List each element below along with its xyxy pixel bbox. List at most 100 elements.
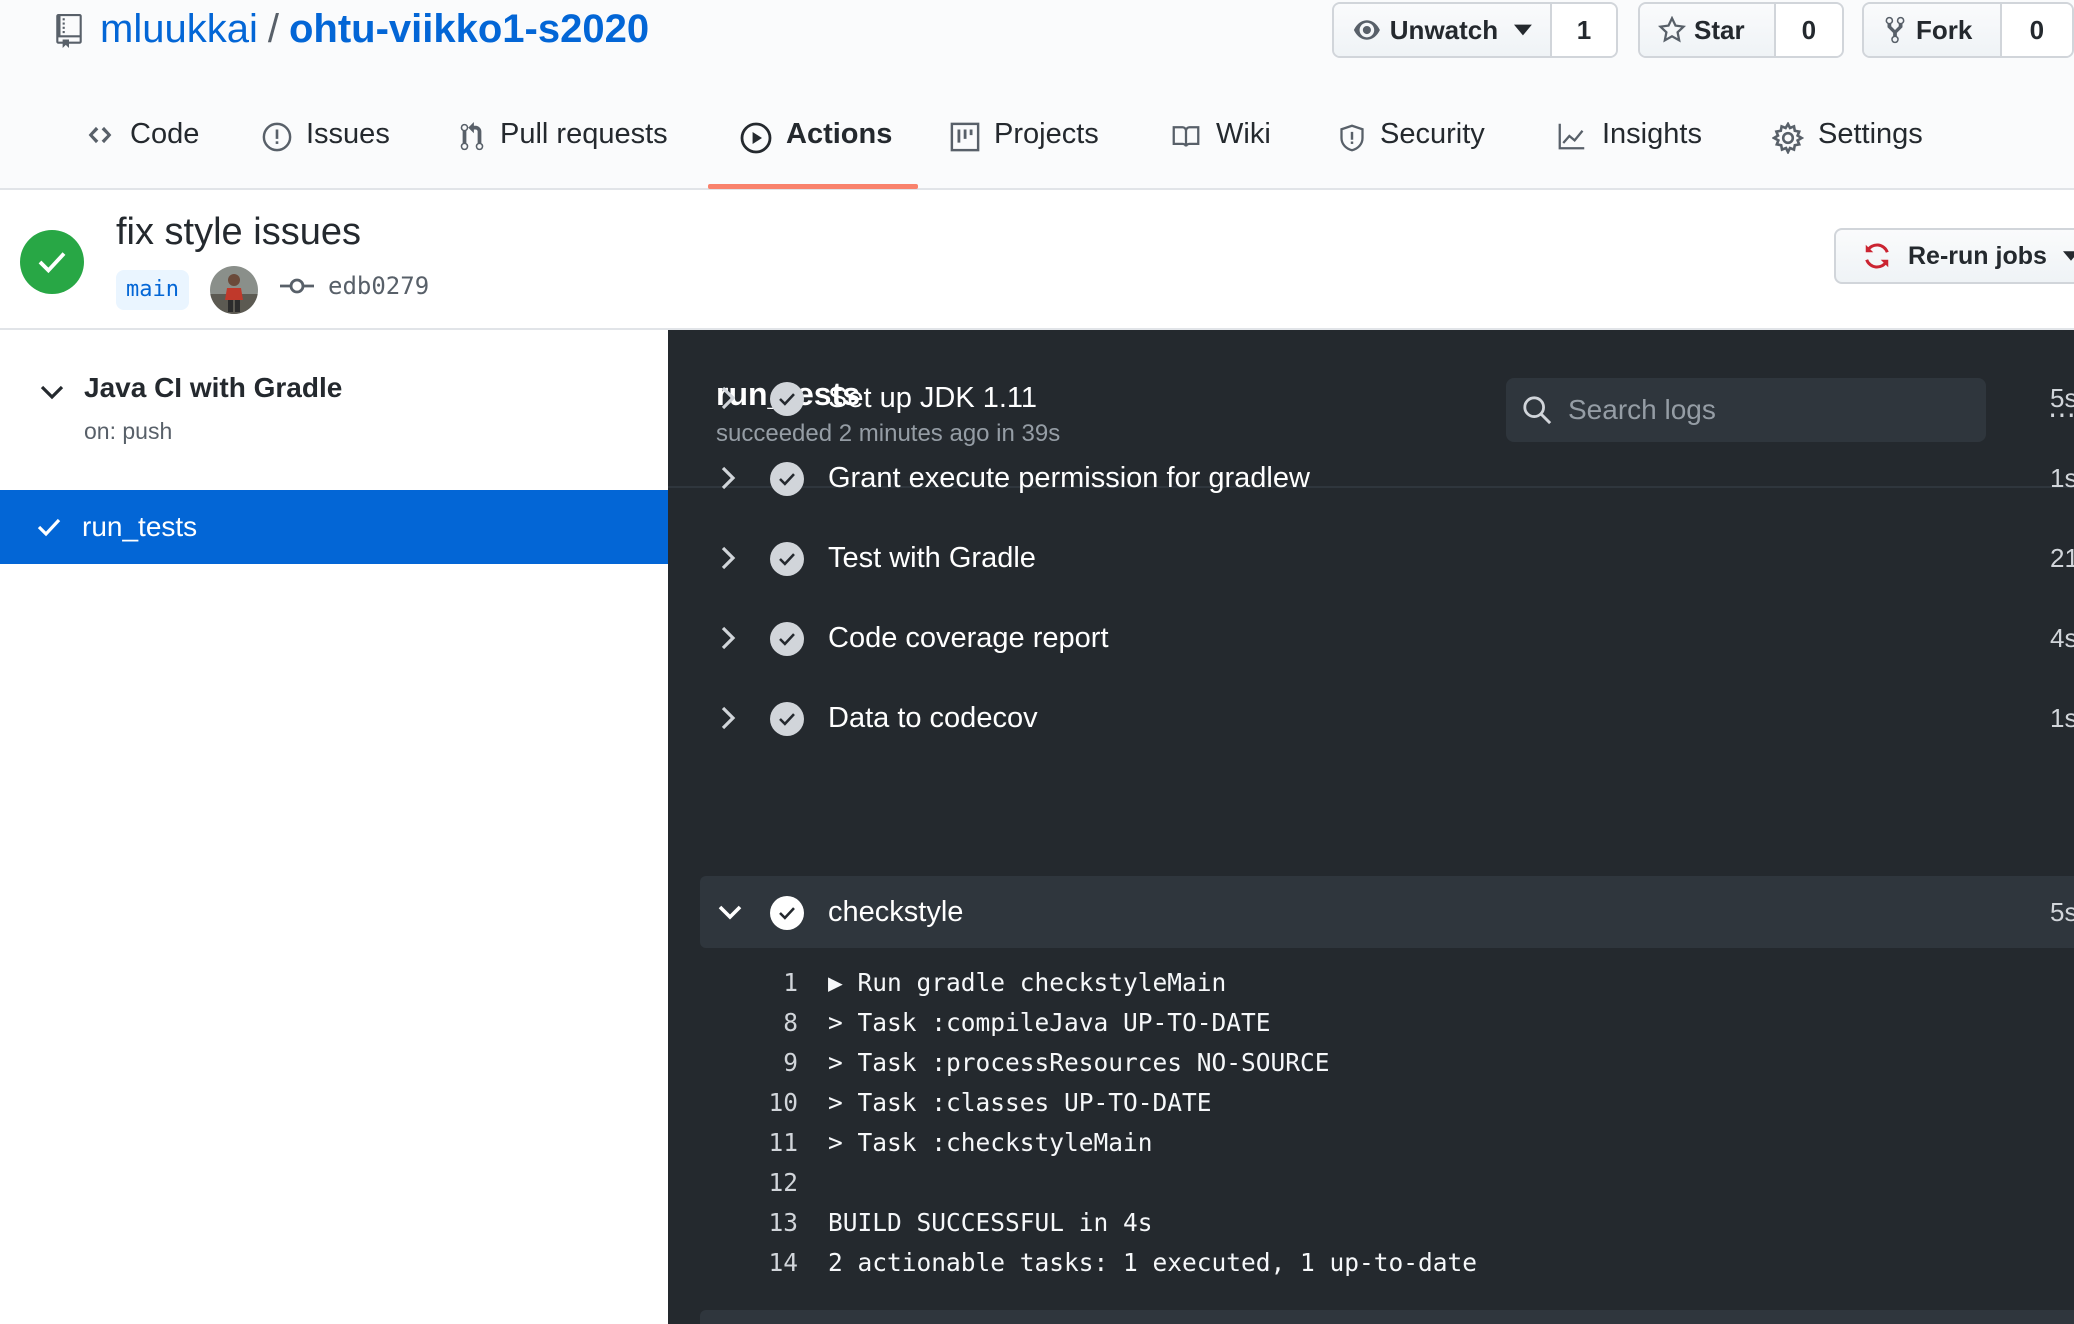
pull-request-icon <box>460 122 484 151</box>
run-status-success <box>20 230 84 294</box>
step-test-with-gradle[interactable]: Test with Gradle 21s <box>700 522 2074 594</box>
line-text: ▶ Run gradle checkstyleMain <box>828 968 1227 997</box>
line-number: 12 <box>768 1168 798 1197</box>
active-tab-underline <box>708 184 918 189</box>
tab-wiki[interactable]: Wiki <box>1170 106 1271 190</box>
project-icon <box>950 122 980 152</box>
line-text: > Task :compileJava UP-TO-DATE <box>828 1008 1271 1037</box>
commit-icon <box>280 278 314 294</box>
tab-issues-label: Issues <box>306 118 390 150</box>
check-icon <box>37 518 61 537</box>
chevron-right-icon <box>721 386 736 410</box>
chevron-down-icon[interactable] <box>40 384 64 400</box>
line-text: BUILD SUCCESSFUL in 4s <box>828 1208 1153 1237</box>
star-icon <box>1658 16 1686 43</box>
repo-name-link[interactable]: ohtu-viikko1-s2020 <box>289 7 649 51</box>
sidebar-job-label: run_tests <box>82 511 198 542</box>
gear-icon <box>1772 122 1804 154</box>
step-checkstyle[interactable]: checkstyle 5s <box>700 876 2074 948</box>
log-line: 13 BUILD SUCCESSFUL in 4s <box>668 1208 2074 1248</box>
tab-settings-label: Settings <box>1818 118 1923 150</box>
step-name: Grant execute permission for gradlew <box>828 461 1310 494</box>
book-icon <box>1172 126 1200 147</box>
avatar[interactable] <box>210 266 258 314</box>
watchers-count[interactable]: 1 <box>1550 4 1616 56</box>
step-success-icon <box>770 462 804 496</box>
step-success-icon <box>770 542 804 576</box>
tab-pull-requests[interactable]: Pull requests <box>458 106 668 190</box>
step-success-icon <box>770 622 804 656</box>
tab-settings[interactable]: Settings <box>1772 106 1923 190</box>
step-grant-permission[interactable]: Grant execute permission for gradlew 1s <box>700 442 2074 514</box>
unwatch-label: Unwatch <box>1389 14 1499 45</box>
tab-security[interactable]: Security <box>1338 106 1485 190</box>
graph-icon <box>1558 123 1585 150</box>
tab-projects[interactable]: Projects <box>950 106 1099 190</box>
step-duration: 21s <box>2050 542 2074 573</box>
step-name: Data to codecov <box>828 701 1038 734</box>
repo-icon <box>56 14 82 48</box>
step-setup-jdk[interactable]: Set up JDK 1.11 5s <box>700 362 2074 434</box>
line-text: 2 actionable tasks: 1 executed, 1 up-to-… <box>828 1248 1478 1277</box>
tab-issues[interactable]: Issues <box>262 106 390 190</box>
tab-insights[interactable]: Insights <box>1556 106 1702 190</box>
repo-owner-link[interactable]: mluukkai <box>100 7 258 51</box>
tab-actions-label: Actions <box>786 118 893 150</box>
step-duration: 1s <box>2050 702 2074 733</box>
fork-icon <box>1885 16 1905 44</box>
forks-count[interactable]: 0 <box>1999 4 2072 56</box>
play-icon <box>740 122 772 154</box>
chevron-right-icon <box>721 626 736 650</box>
tab-actions[interactable]: Actions <box>740 106 892 190</box>
tab-insights-label: Insights <box>1602 118 1702 150</box>
code-icon <box>88 126 112 144</box>
tab-projects-label: Projects <box>994 118 1099 150</box>
fork-button-group: Fork 0 <box>1862 2 2074 58</box>
line-number: 1 <box>783 968 798 997</box>
line-number: 8 <box>783 1008 798 1037</box>
rerun-jobs-label: Re-run jobs <box>1908 241 2047 270</box>
issue-icon <box>262 122 292 152</box>
sync-icon <box>1865 243 1889 269</box>
step-name: Test with Gradle <box>828 541 1036 574</box>
step-data-to-codecov[interactable]: Data to codecov 1s <box>700 682 2074 754</box>
unwatch-button[interactable]: Unwatch <box>1334 4 1550 56</box>
step-name: Set up JDK 1.11 <box>828 381 1038 414</box>
line-text: > Task :processResources NO-SOURCE <box>828 1048 1330 1077</box>
avatar-image <box>210 266 258 314</box>
tab-wiki-label: Wiki <box>1216 118 1271 150</box>
stars-count[interactable]: 0 <box>1773 4 1842 56</box>
caret-down-icon <box>2062 251 2074 261</box>
step-success-icon <box>770 382 804 416</box>
line-number: 14 <box>768 1248 798 1277</box>
step-name: checkstyle <box>828 895 964 928</box>
step-code-coverage[interactable]: Code coverage report 4s <box>700 602 2074 674</box>
chevron-down-icon <box>718 905 742 920</box>
step-success-icon <box>770 896 804 930</box>
tab-code[interactable]: Code <box>84 106 199 190</box>
fork-button[interactable]: Fork <box>1864 4 2000 56</box>
commit-sha-link[interactable]: edb0279 <box>328 272 429 300</box>
log-line: 10 > Task :classes UP-TO-DATE <box>668 1088 2074 1128</box>
line-number: 13 <box>768 1208 798 1237</box>
line-text: > Task :checkstyleMain <box>828 1128 1153 1157</box>
star-button[interactable]: Star <box>1640 4 1774 56</box>
check-icon <box>38 252 66 274</box>
branch-badge[interactable]: main <box>116 270 189 310</box>
step-success-icon <box>770 702 804 736</box>
run-header: fix style issues main edb0279 Re-run job… <box>0 192 2074 330</box>
repo-separator: / <box>267 7 279 51</box>
rerun-jobs-button[interactable]: Re-run jobs <box>1834 228 2074 284</box>
star-label: Star <box>1694 14 1745 45</box>
tab-security-label: Security <box>1380 118 1485 150</box>
fork-label: Fork <box>1916 14 1973 45</box>
sidebar-job-run-tests[interactable]: run_tests <box>0 490 668 564</box>
log-line: 14 2 actionable tasks: 1 executed, 1 up-t… <box>668 1248 2074 1288</box>
line-text: > Task :classes UP-TO-DATE <box>828 1088 1212 1117</box>
log-line[interactable]: 1 ▶ Run gradle checkstyleMain <box>668 968 2074 1008</box>
next-step-row[interactable] <box>700 1310 2074 1324</box>
step-duration: 5s <box>2050 382 2074 413</box>
caret-down-icon <box>1514 24 1532 36</box>
shield-icon <box>1340 124 1364 152</box>
tab-code-label: Code <box>130 118 200 150</box>
